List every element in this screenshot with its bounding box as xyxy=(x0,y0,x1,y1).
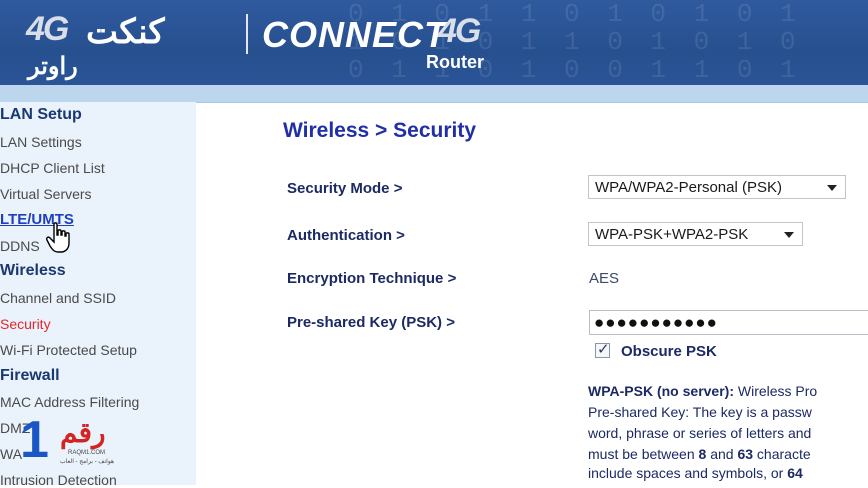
page-title: Wireless > Security xyxy=(283,119,476,143)
sidebar-heading-wireless: Wireless xyxy=(0,262,66,280)
logo-4g-left: 4G xyxy=(26,10,67,49)
obscure-psk-checkbox[interactable]: ✓ xyxy=(595,343,610,358)
logo-connect: CONNECT xyxy=(262,14,447,56)
encryption-label: Encryption Technique > xyxy=(287,270,456,287)
description-line-4: must be between 8 and 63 characte xyxy=(588,446,811,462)
security-mode-value: WPA/WPA2-Personal (PSK) xyxy=(595,179,782,196)
header-strip xyxy=(0,85,868,103)
sidebar-item-intrusion-detection[interactable]: Intrusion Detection xyxy=(0,472,117,488)
watermark-domain: RAQM1.COM xyxy=(68,450,105,456)
encryption-value: AES xyxy=(589,270,619,287)
logo-router: Router xyxy=(426,52,484,73)
watermark-tagline: هواتف - برامج - العاب xyxy=(60,458,114,465)
watermark-digit: 1 xyxy=(20,410,49,470)
description-line-3: word, phrase or series of letters and xyxy=(588,425,811,441)
chevron-down-icon xyxy=(784,232,794,238)
watermark-logo: 1 رقم RAQM1.COM هواتف - برامج - العاب xyxy=(20,410,138,470)
psk-input[interactable]: ●●●●●●●●●●● xyxy=(589,310,868,335)
sidebar-item-virtual-servers[interactable]: Virtual Servers xyxy=(0,186,92,202)
sidebar-item-mac-filtering[interactable]: MAC Address Filtering xyxy=(0,394,139,410)
chevron-down-icon xyxy=(827,185,837,191)
sidebar-item-wa[interactable]: WA xyxy=(0,446,22,462)
sidebar-item-ddns[interactable]: DDNS xyxy=(0,238,40,254)
checkmark-icon: ✓ xyxy=(597,340,610,358)
sidebar-item-wps[interactable]: Wi-Fi Protected Setup xyxy=(0,342,137,358)
description-line-5: include spaces and symbols, or 64 xyxy=(588,465,803,481)
watermark-arabic: رقم xyxy=(60,416,106,449)
sidebar-item-dhcp-client-list[interactable]: DHCP Client List xyxy=(0,160,105,176)
logo-arabic-sub: راوتر xyxy=(28,52,78,81)
security-mode-select[interactable]: WPA/WPA2-Personal (PSK) xyxy=(588,175,846,199)
authentication-value: WPA-PSK+WPA2-PSK xyxy=(595,226,748,243)
obscure-psk-label: Obscure PSK xyxy=(621,343,717,360)
psk-label: Pre-shared Key (PSK) > xyxy=(287,314,455,331)
hand-cursor-icon xyxy=(46,222,74,254)
logo-4g-right: 4G xyxy=(438,12,479,51)
authentication-label: Authentication > xyxy=(287,227,405,244)
authentication-select[interactable]: WPA-PSK+WPA2-PSK xyxy=(588,222,803,246)
description-line-1: WPA-PSK (no server): Wireless Pro xyxy=(588,383,817,399)
security-mode-label: Security Mode > xyxy=(287,180,402,197)
sidebar-item-channel-ssid[interactable]: Channel and SSID xyxy=(0,290,116,306)
sidebar-heading-firewall: Firewall xyxy=(0,367,60,385)
logo-separator xyxy=(246,14,248,54)
sidebar-item-lan-settings[interactable]: LAN Settings xyxy=(0,134,82,150)
description-line-2: Pre-shared Key: The key is a passw xyxy=(588,404,812,420)
sidebar-heading-lan-setup: LAN Setup xyxy=(0,106,82,124)
sidebar-item-security[interactable]: Security xyxy=(0,316,51,332)
header-banner: 0 1 0 1 1 0 1 0 1 0 1 1 0 1 0 1 1 0 1 0 … xyxy=(0,0,868,85)
logo-arabic: كنكت xyxy=(86,12,165,52)
